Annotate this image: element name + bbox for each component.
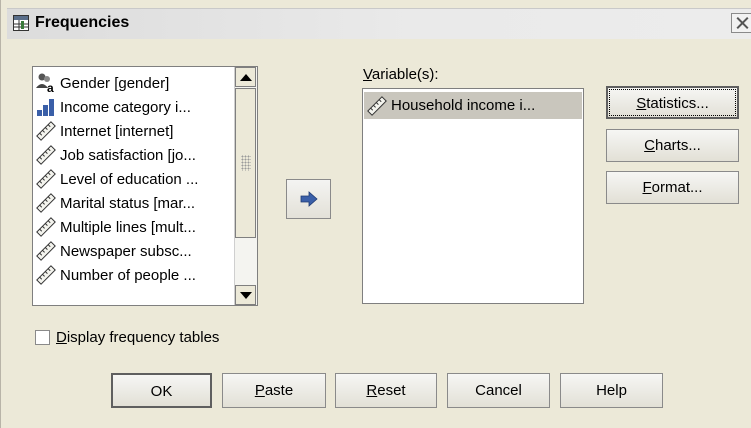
ordinal-icon (35, 96, 57, 118)
frequencies-dialog: Frequencies a Gender [gender] Income cat… (0, 0, 751, 428)
variable-label: Job satisfaction [jo... (60, 146, 196, 164)
close-button[interactable] (731, 13, 751, 33)
move-right-arrow-icon (300, 191, 318, 207)
list-item[interactable]: Marital status [mar... (35, 191, 235, 215)
scale-icon (366, 95, 388, 117)
move-variable-button[interactable] (286, 179, 331, 219)
list-item[interactable]: Multiple lines [mult... (35, 215, 235, 239)
reset-button[interactable]: Reset (335, 373, 437, 408)
checkbox-label: Display frequency tables (56, 329, 220, 346)
list-item[interactable]: Household income i... (364, 92, 582, 119)
list-item[interactable]: Number of people ... (35, 263, 235, 287)
variable-label: Internet [internet] (60, 122, 174, 140)
paste-button[interactable]: Paste (222, 373, 326, 408)
charts-button[interactable]: Charts... (606, 129, 739, 162)
variable-label: Marital status [mar... (60, 194, 196, 212)
scale-icon (35, 216, 57, 238)
source-variable-list[interactable]: a Gender [gender] Income category i... I… (32, 66, 258, 306)
variable-label: Gender [gender] (60, 74, 170, 92)
variable-label: Newspaper subsc... (60, 242, 192, 260)
svg-text:a: a (47, 81, 54, 94)
grip-icon (241, 155, 251, 171)
scale-icon (35, 120, 57, 142)
title-bar[interactable]: Frequencies (7, 8, 751, 39)
list-item[interactable]: Internet [internet] (35, 119, 235, 143)
statistics-button[interactable]: Statistics... (606, 86, 739, 119)
list-item[interactable]: Income category i... (35, 95, 235, 119)
list-item[interactable]: Level of education ... (35, 167, 235, 191)
nominal-icon: a (35, 72, 57, 95)
cancel-button[interactable]: Cancel (447, 373, 550, 408)
scale-icon (35, 192, 57, 214)
list-item[interactable]: Job satisfaction [jo... (35, 143, 235, 167)
frequencies-table-icon (13, 15, 29, 31)
variable-label: Income category i... (60, 98, 191, 116)
scale-icon (35, 144, 57, 166)
ok-button[interactable]: OK (111, 373, 212, 408)
display-frequency-tables-checkbox[interactable] (35, 330, 50, 345)
list-item[interactable]: Newspaper subsc... (35, 239, 235, 263)
scale-icon (35, 240, 57, 262)
display-frequency-tables-option[interactable]: Display frequency tables (35, 329, 219, 346)
window-title: Frequencies (35, 14, 130, 31)
variable-label: Level of education ... (60, 170, 199, 188)
scale-icon (35, 168, 57, 190)
variables-label: Variable(s): (363, 66, 439, 83)
source-list-scrollbar[interactable] (234, 67, 257, 305)
scroll-down-button[interactable] (235, 285, 256, 305)
variable-label: Number of people ... (60, 266, 196, 284)
list-item[interactable]: a Gender [gender] (35, 71, 235, 95)
scroll-thumb[interactable] (235, 88, 256, 238)
help-button[interactable]: Help (560, 373, 663, 408)
scale-icon (35, 264, 57, 286)
variable-label: Multiple lines [mult... (60, 218, 196, 236)
format-button[interactable]: Format... (606, 171, 739, 204)
selected-variables-list[interactable]: Household income i... (362, 88, 584, 304)
variable-label: Household income i... (391, 97, 536, 114)
scroll-up-button[interactable] (235, 67, 256, 87)
